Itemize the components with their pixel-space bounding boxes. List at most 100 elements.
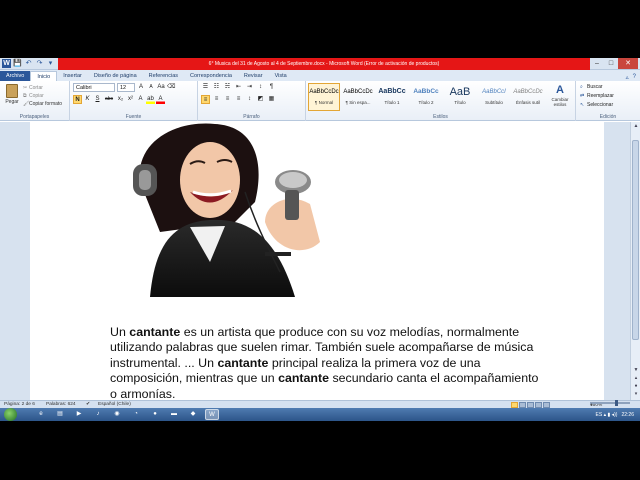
style-name: Título [454,100,466,105]
close-button[interactable]: ✕ [618,58,638,69]
font-color-button[interactable]: A [156,95,165,104]
minimize-button[interactable]: – [590,58,604,69]
zoom-slider[interactable] [590,400,630,406]
taskbar-word-icon[interactable]: W [205,409,219,420]
minimize-ribbon-icon[interactable]: ▵ [626,74,629,81]
taskbar-app-icon[interactable]: ◔ [129,409,143,420]
scroll-down-icon[interactable]: ▼ [631,366,640,374]
line-spacing-icon[interactable]: ↕ [245,95,254,104]
maximize-button[interactable]: □ [604,58,618,69]
clock[interactable]: 22:26 [621,412,634,418]
tab-referencias[interactable]: Referencias [143,71,184,81]
sort-icon[interactable]: ↕ [256,83,265,92]
tab-insertar[interactable]: Insertar [57,71,88,81]
change-styles-icon: A [556,84,564,96]
document-paragraph[interactable]: Un cantante es un artista que produce co… [110,325,540,400]
copy-button[interactable]: ⧉ Copiar [23,92,62,100]
style-heading-2[interactable]: AaBbCc Título 2 [410,83,442,111]
style-normal[interactable]: AaBbCcDc ¶ Normal [308,83,340,111]
style-title[interactable]: AaB Título [444,83,476,111]
paragraph-group: ☰ ☷ ☵ ⇤ ⇥ ↕ ¶ ≡ ≡ ≡ ≡ ↕ ◩ ▦ Párrafo [198,81,306,121]
previous-page-icon[interactable]: ▴ [631,374,640,382]
grow-font-icon[interactable]: A [137,83,145,92]
taskbar-app-icon[interactable]: e [34,409,48,420]
tab-revisar[interactable]: Revisar [238,71,269,81]
word-logo-icon[interactable]: W [2,59,11,68]
align-center-button[interactable]: ≡ [212,95,221,104]
start-button[interactable] [4,408,17,421]
style-preview: AaBbCcDc [343,89,373,95]
italic-button[interactable]: K [83,95,92,104]
style-subtle-emphasis[interactable]: AaBbCcDc Énfasis sutil [512,83,544,111]
tab-vista[interactable]: Vista [269,71,293,81]
show-marks-icon[interactable]: ¶ [267,83,276,92]
change-case-icon[interactable]: Aa [157,83,165,92]
tray-icons[interactable]: ES ▴ ▮ ◂)) [596,412,618,418]
taskbar-app-icon[interactable]: ♪ [91,409,105,420]
font-name-select[interactable]: Calibri [73,83,115,92]
taskbar-app-icon[interactable]: ● [148,409,162,420]
style-no-spacing[interactable]: AaBbCcDc ¶ Sin espa... [342,83,374,111]
bold-button[interactable]: N [73,95,82,104]
zoom-slider-knob[interactable] [615,400,618,406]
numbering-icon[interactable]: ☷ [212,83,221,92]
select-label: Seleccionar [587,102,614,108]
help-icon[interactable]: ? [633,74,636,81]
underline-button[interactable]: S [93,95,102,104]
select-button[interactable]: ↖ Seleccionar [580,101,614,110]
browse-object-icon[interactable]: ● [631,382,640,390]
ribbon-tabs: Archivo Inicio Insertar Diseño de página… [0,70,640,81]
clear-format-icon[interactable]: ⌫ [167,83,175,92]
align-right-button[interactable]: ≡ [223,95,232,104]
style-name: ¶ Normal [314,100,334,105]
style-subtitle[interactable]: AaBbCcI Subtítulo [478,83,510,111]
highlight-button[interactable]: ab [146,95,155,104]
font-size-select[interactable]: 12 [117,83,135,92]
tab-diseno-pagina[interactable]: Diseño de página [88,71,143,81]
justify-button[interactable]: ≡ [234,95,243,104]
font-group: Calibri 12 A A Aa ⌫ N K S abc x₂ x² A ab… [70,81,198,121]
subscript-button[interactable]: x₂ [116,95,125,104]
tab-inicio[interactable]: Inicio [30,71,58,81]
save-icon[interactable]: 💾 [13,59,22,68]
bullets-icon[interactable]: ☰ [201,83,210,92]
align-left-button[interactable]: ≡ [201,95,210,104]
tab-correspondencia[interactable]: Correspondencia [184,71,238,81]
replace-button[interactable]: ⇄ Reemplazar [580,92,614,101]
text-effects-button[interactable]: A [136,95,145,104]
scrollbar-thumb[interactable] [632,140,639,340]
change-styles-button[interactable]: A Cambiar estilos [549,83,571,107]
customize-qat-icon[interactable]: ▾ [46,59,55,68]
text-run-bold: cantante [129,325,181,339]
shrink-font-icon[interactable]: A [147,83,155,92]
borders-icon[interactable]: ▦ [267,95,276,104]
copy-label: Copiar [29,93,44,99]
taskbar-app-icon[interactable]: ▶ [72,409,86,420]
styles-group-label: Estilos [433,114,448,120]
cut-label: Cortar [29,85,43,91]
format-painter-button[interactable]: 🖌Copiar formato [23,100,62,108]
increase-indent-icon[interactable]: ⇥ [245,83,254,92]
shading-icon[interactable]: ◩ [256,95,265,104]
cursor-icon: ↖ [580,102,585,108]
cut-button[interactable]: ✂ Cortar [23,84,62,92]
scroll-up-icon[interactable]: ▲ [631,122,640,130]
taskbar-app-icon[interactable]: ▤ [53,409,67,420]
undo-icon[interactable]: ↶ [24,59,33,68]
strikethrough-button[interactable]: abc [103,95,115,104]
paste-button[interactable]: Pegar [3,83,21,109]
superscript-button[interactable]: x² [126,95,135,104]
taskbar-app-icon[interactable]: ▬ [167,409,181,420]
multilevel-list-icon[interactable]: ☵ [223,83,232,92]
style-heading-1[interactable]: AaBbCc Título 1 [376,83,408,111]
vertical-scrollbar[interactable]: ▲ ▼ ▴ ● ▾ [630,122,640,400]
document-page[interactable]: Un cantante es un artista que produce co… [30,122,604,400]
taskbar-app-icon[interactable]: ◆ [186,409,200,420]
redo-icon[interactable]: ↷ [35,59,44,68]
taskbar-app-icon[interactable]: ◉ [110,409,124,420]
next-page-icon[interactable]: ▾ [631,390,640,398]
decrease-indent-icon[interactable]: ⇤ [234,83,243,92]
title-bar: W 💾 ↶ ↷ ▾ 6° Musica del 31 de Agosto al … [0,58,640,70]
find-button[interactable]: ⌕ Buscar [580,83,614,92]
tab-archivo[interactable]: Archivo [0,71,31,81]
